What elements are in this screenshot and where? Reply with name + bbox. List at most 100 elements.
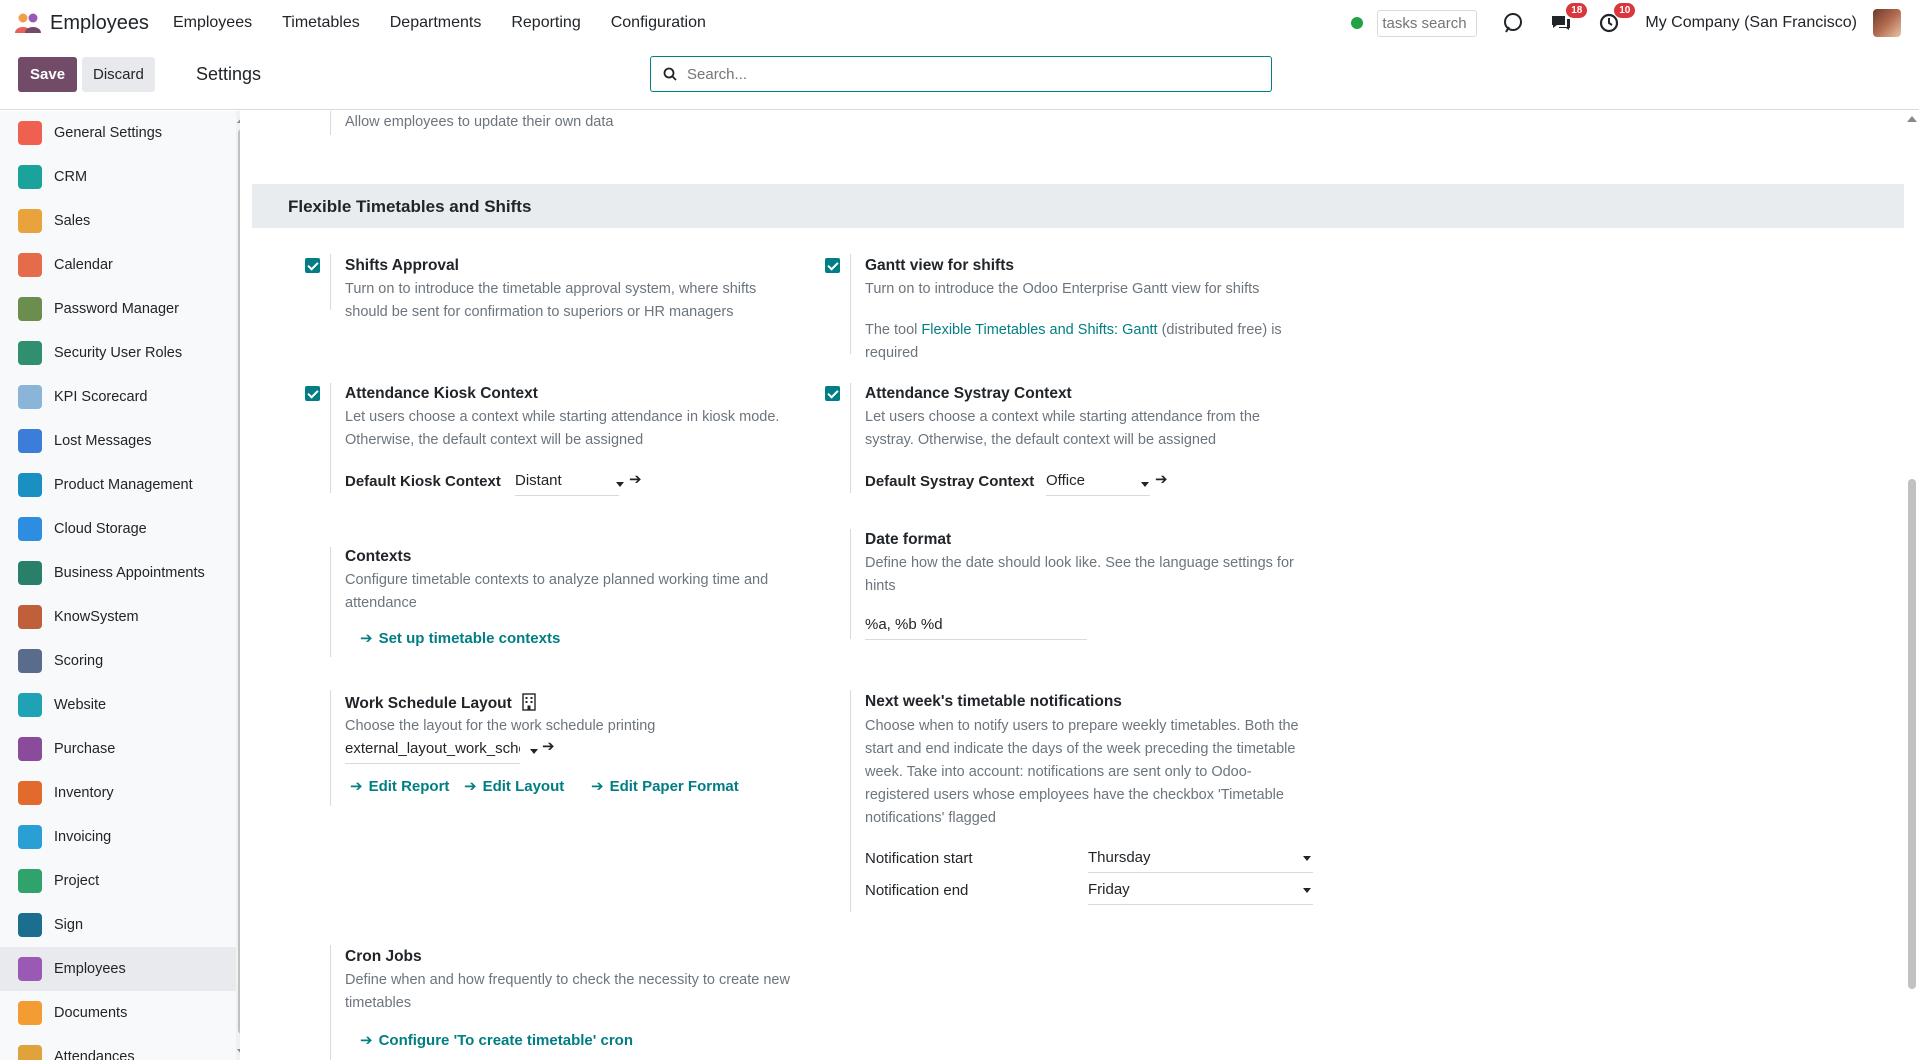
sidebar-item-sign[interactable]: Sign [0, 903, 236, 947]
external-link-arrow-icon[interactable]: ➔ [1155, 470, 1168, 488]
notification-start-select[interactable]: Thursday [1088, 849, 1313, 873]
sidebar-item-inventory[interactable]: Inventory [0, 771, 236, 815]
gantt-view-title: Gantt view for shifts [865, 257, 1014, 274]
gantt-view-desc: Turn on to introduce the Odoo Enterprise… [865, 281, 1260, 297]
activities-clock-icon[interactable]: 10 [1597, 3, 1636, 35]
edit-paper-format-link[interactable]: ➔ Edit Paper Format [591, 777, 739, 795]
date-format-desc: Define how the date should look like. Se… [865, 555, 1294, 594]
kiosk-context-checkbox[interactable] [305, 386, 320, 401]
sidebar-item-business-appointments[interactable]: Business Appointments [0, 551, 236, 595]
default-kiosk-context-select[interactable]: Distant [515, 472, 619, 496]
sidebar-item-cloud-storage[interactable]: Cloud Storage [0, 507, 236, 551]
setting-divider [330, 111, 331, 135]
scroll-up-arrow-icon[interactable] [1907, 116, 1917, 122]
default-systray-context-select[interactable]: Office [1046, 472, 1150, 496]
save-button[interactable]: Save [18, 57, 78, 92]
gantt-view-checkbox[interactable] [825, 258, 840, 273]
sidebar-item-purchase[interactable]: Purchase [0, 727, 236, 771]
website-app-icon [18, 693, 42, 717]
contexts-title: Contexts [345, 548, 412, 565]
sidebar-item-label: Inventory [54, 785, 114, 801]
section-title: Flexible Timetables and Shifts [288, 197, 532, 216]
settings-search-box[interactable] [650, 56, 1272, 92]
scroll-up-arrow-icon[interactable] [237, 117, 240, 123]
invoicing-app-icon [18, 825, 42, 849]
sidebar-item-label: Invoicing [54, 829, 112, 845]
sidebar-item-lost-messages[interactable]: Lost Messages [0, 419, 236, 463]
external-link-arrow-icon[interactable]: ➔ [542, 737, 555, 755]
discard-button[interactable]: Discard [82, 57, 155, 92]
messages-icon[interactable]: 18 [1549, 3, 1588, 35]
sidebar-item-documents[interactable]: Documents [0, 991, 236, 1035]
employees-app-icon [18, 957, 42, 981]
scroll-down-arrow-icon[interactable] [237, 1049, 240, 1055]
cloud-storage-app-icon [18, 517, 42, 541]
menu-employees[interactable]: Employees [173, 14, 252, 32]
edit-report-link[interactable]: ➔ Edit Report [350, 777, 449, 795]
sidebar-item-password-manager[interactable]: Password Manager [0, 287, 236, 331]
gantt-module-link[interactable]: Flexible Timetables and Shifts: Gantt [921, 322, 1157, 338]
sidebar-item-calendar[interactable]: Calendar [0, 243, 236, 287]
general-settings-app-icon [18, 121, 42, 145]
menu-departments[interactable]: Departments [390, 14, 482, 32]
sidebar-item-scoring[interactable]: Scoring [0, 639, 236, 683]
setup-timetable-contexts-label: Set up timetable contexts [378, 630, 561, 647]
chevron-down-icon [616, 482, 624, 487]
control-panel: Save Discard Settings [0, 46, 1919, 110]
scoring-app-icon [18, 649, 42, 673]
date-format-title: Date format [865, 531, 952, 548]
sidebar-item-security-user-roles[interactable]: Security User Roles [0, 331, 236, 375]
sidebar-scrollbar[interactable] [236, 111, 240, 1060]
sidebar-item-website[interactable]: Website [0, 683, 236, 727]
shifts-approval-checkbox[interactable] [305, 258, 320, 273]
settings-search-input[interactable] [687, 65, 1247, 83]
sidebar-app-list: General Settings CRM Sales Calendar Password… [0, 111, 236, 1060]
sidebar-item-label: Sales [54, 213, 91, 229]
work-schedule-layout-select[interactable]: external_layout_work_sche [345, 740, 520, 764]
settings-sidebar: General Settings CRM Sales Calendar Password… [0, 111, 240, 1060]
notification-end-select[interactable]: Friday [1088, 881, 1313, 905]
app-brand[interactable]: Employees [14, 0, 149, 46]
sidebar-item-invoicing[interactable]: Invoicing [0, 815, 236, 859]
menu-configuration[interactable]: Configuration [611, 14, 706, 32]
business-appointments-app-icon [18, 561, 42, 585]
content-scrollbar[interactable] [1905, 111, 1919, 1060]
cron-jobs-title: Cron Jobs [345, 948, 422, 965]
setting-divider [330, 254, 331, 310]
sidebar-item-label: Website [54, 697, 107, 713]
sidebar-item-label: Documents [54, 1005, 128, 1021]
date-format-input[interactable]: %a, %b %d [865, 616, 1087, 640]
sidebar-item-kpi-scorecard[interactable]: KPI Scorecard [0, 375, 236, 419]
content-scroll-thumb[interactable] [1908, 479, 1916, 989]
external-link-arrow-icon[interactable]: ➔ [629, 470, 642, 488]
sidebar-item-attendances[interactable]: Attendances [0, 1035, 236, 1060]
sidebar-item-label: CRM [54, 169, 88, 185]
kpi-scorecard-app-icon [18, 385, 42, 409]
tasks-search-input[interactable] [1377, 9, 1478, 37]
sidebar-item-knowsystem[interactable]: KnowSystem [0, 595, 236, 639]
company-switcher[interactable]: My Company (San Francisco) [1645, 14, 1857, 32]
menu-timetables[interactable]: Timetables [282, 14, 360, 32]
sidebar-item-label: Cloud Storage [54, 521, 147, 537]
arrow-right-icon: ➔ [350, 778, 363, 795]
chevron-down-icon [1303, 856, 1311, 861]
sidebar-item-label: Sign [54, 917, 84, 933]
systray-context-checkbox[interactable] [825, 386, 840, 401]
user-avatar[interactable] [1873, 9, 1901, 37]
edit-layout-link[interactable]: ➔ Edit Layout [464, 777, 564, 795]
documents-app-icon [18, 1001, 42, 1025]
sidebar-item-employees[interactable]: Employees [0, 947, 236, 991]
configure-cron-link[interactable]: ➔ Configure 'To create timetable' cron [360, 1031, 633, 1049]
sidebar-item-product-management[interactable]: Product Management [0, 463, 236, 507]
discuss-icon[interactable] [1501, 11, 1525, 35]
sidebar-scroll-thumb[interactable] [238, 129, 240, 1034]
menu-reporting[interactable]: Reporting [511, 14, 580, 32]
sidebar-item-project[interactable]: Project [0, 859, 236, 903]
kiosk-context-title: Attendance Kiosk Context [345, 385, 538, 402]
setup-timetable-contexts-link[interactable]: ➔ Set up timetable contexts [360, 629, 560, 647]
sidebar-item-general-settings[interactable]: General Settings [0, 111, 236, 155]
search-icon [663, 67, 677, 81]
sidebar-item-sales[interactable]: Sales [0, 199, 236, 243]
purchase-app-icon [18, 737, 42, 761]
sidebar-item-crm[interactable]: CRM [0, 155, 236, 199]
